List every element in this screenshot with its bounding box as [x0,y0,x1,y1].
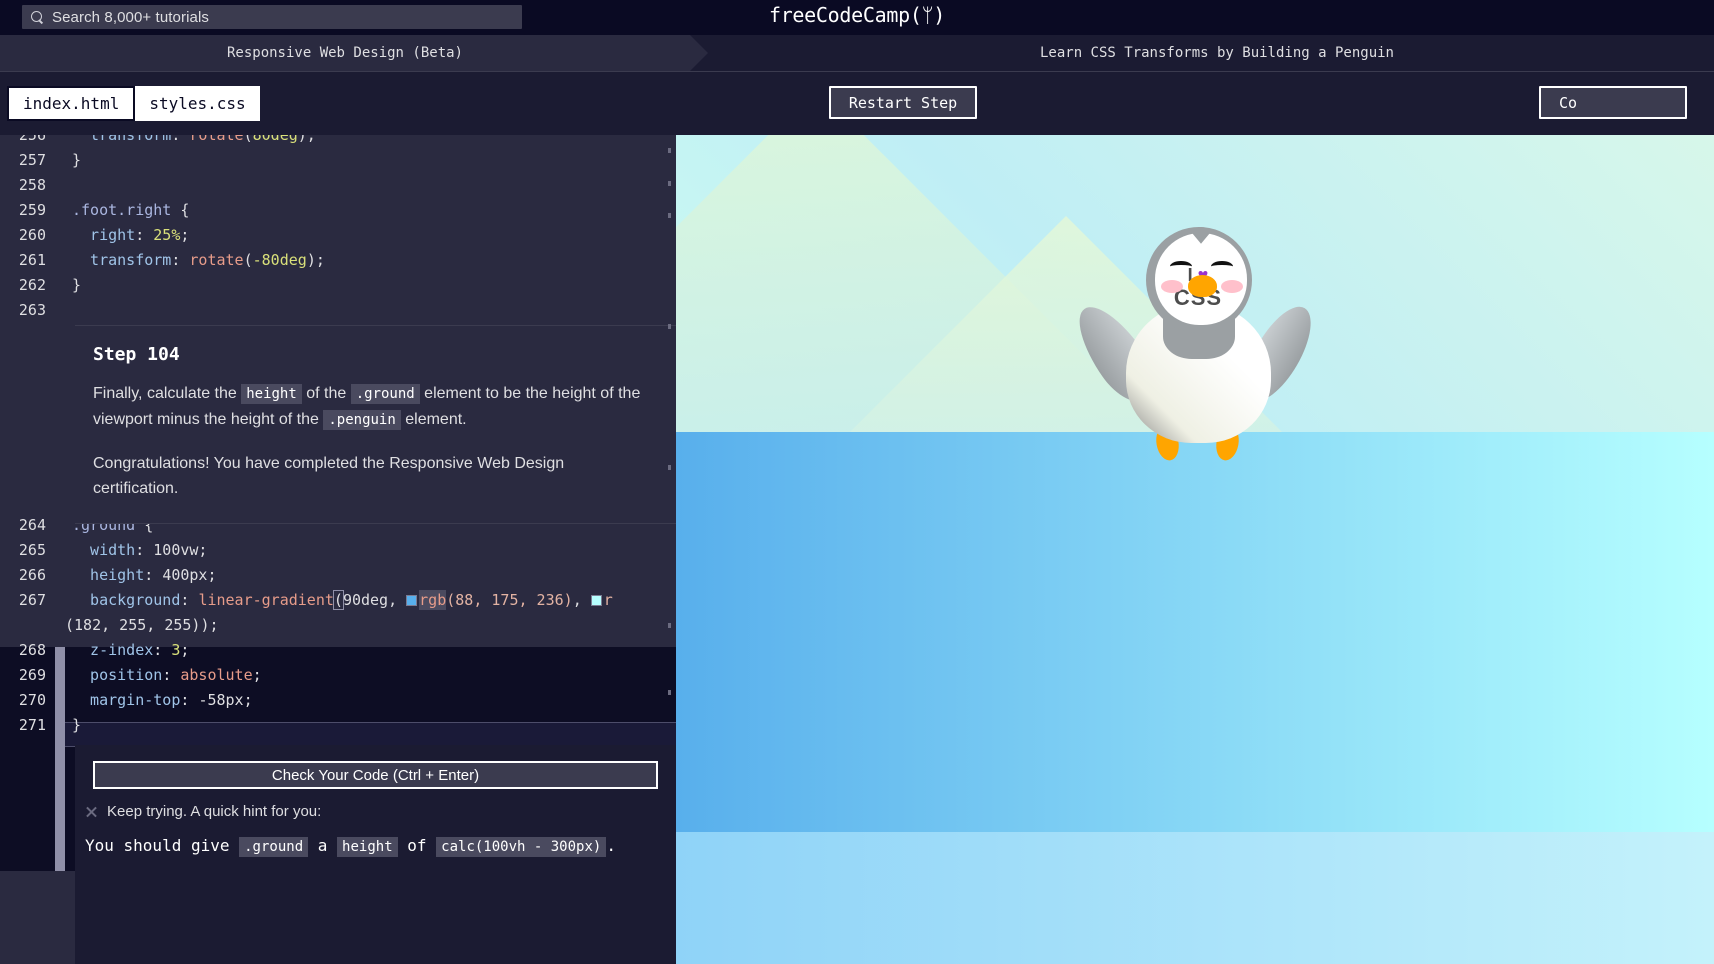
line-number: 265 [18,541,46,559]
code-line[interactable]: width: 100vw; [72,538,207,563]
instr-text: element. [400,411,467,428]
penguin-eye-left [1170,261,1192,272]
scroll-mark [668,623,671,628]
tab-index-html[interactable]: index.html [7,86,136,121]
line-number: 269 [18,666,46,684]
scroll-mark [668,465,671,470]
top-navigation-bar: Search 8,000+ tutorials freeCodeCamp(ᛘ) [0,0,1714,35]
instructions-panel: Step 104 Finally, calculate the height o… [75,325,676,524]
line-number: 266 [18,566,46,584]
hint-status-row: Keep trying. A quick hint for you: [85,803,676,820]
code-line[interactable]: } [72,713,81,738]
freecodecamp-logo[interactable]: freeCodeCamp(ᛘ) [0,3,1714,27]
inline-code-ground: .ground [239,837,309,857]
hint-message: You should give .ground a height of calc… [85,834,676,859]
hint-text: of [397,836,437,855]
breadcrumb-lesson-title: Learn CSS Transforms by Building a Pengu… [1039,45,1394,61]
restart-step-button[interactable]: Restart Step [829,86,977,119]
console-button[interactable]: Co [1539,86,1687,119]
line-number: 271 [18,716,46,734]
breadcrumb: Responsive Web Design (Beta) Learn CSS T… [0,35,1714,72]
line-number: 267 [18,591,46,609]
scroll-mark [668,181,671,186]
line-number: 257 [18,151,46,169]
code-line[interactable]: margin-top: -58px; [72,688,253,713]
test-output-panel: Check Your Code (Ctrl + Enter) Keep tryi… [75,745,676,964]
inline-code-penguin: .penguin [323,410,401,430]
line-number: 259 [18,201,46,219]
check-your-code-button[interactable]: Check Your Code (Ctrl + Enter) [93,761,658,789]
penguin-eye-right [1211,261,1233,272]
hint-text: You should give [85,836,240,855]
code-line[interactable]: height: 400px; [72,563,216,588]
code-line[interactable]: } [72,148,81,173]
step-title: Step 104 [93,344,180,365]
line-number: 262 [18,276,46,294]
instr-text: of the [301,385,351,402]
color-swatch-icon [406,595,418,606]
penguin-blush-right [1221,280,1243,293]
scroll-mark [668,324,671,329]
code-line[interactable]: transform: rotate(80deg); [72,135,316,148]
instruction-paragraph-1: Finally, calculate the height of the .gr… [93,381,652,433]
tab-styles-css[interactable]: styles.css [135,86,260,121]
editor-scrollbar[interactable] [668,135,674,964]
color-swatch-icon [590,595,602,606]
instruction-paragraph-2: Congratulations! You have completed the … [93,455,565,497]
scroll-mark [668,690,671,695]
penguin-beak [1188,275,1217,297]
code-line[interactable]: } [72,273,81,298]
file-tabs: index.html styles.css [7,86,260,121]
hint-text: . [606,836,616,855]
line-number: 256 [18,135,46,144]
code-line[interactable]: transform: rotate(-80deg); [72,248,325,273]
line-number: 261 [18,251,46,269]
inline-code-height: height [337,837,398,857]
line-number: 268 [18,641,46,659]
code-line-wrapped[interactable]: (182, 255, 255)); [65,613,219,638]
code-line[interactable]: z-index: 3; [72,638,189,663]
code-line-active[interactable]: background: linear-gradient(90deg, rgb(8… [72,588,613,613]
inline-code-height: height [241,384,302,404]
code-line[interactable]: .foot.right { [72,198,189,223]
penguin-blush-left [1161,280,1183,293]
hint-text: a [308,836,338,855]
hint-status-text: Keep trying. A quick hint for you: [107,803,322,820]
code-line[interactable]: position: absolute; [72,663,262,688]
line-number: 270 [18,691,46,709]
preview-pane: I ♥ CSS [676,135,1714,964]
penguin-element: I ♥ CSS [1064,227,1324,463]
ground-element [676,432,1714,832]
line-number: 260 [18,226,46,244]
inline-code-ground: .ground [350,384,420,404]
scroll-mark [668,148,671,153]
instr-text: Finally, calculate the [93,385,242,402]
code-line[interactable]: right: 25%; [72,223,189,248]
inline-code-calc: calc(100vh - 300px) [436,837,607,857]
x-icon [85,805,98,818]
ground-lower-band [676,832,1714,964]
line-number: 264 [18,516,46,534]
line-number: 263 [18,301,46,319]
line-number: 258 [18,176,46,194]
breadcrumb-certification[interactable]: Responsive Web Design (Beta) [0,35,708,71]
scroll-mark [668,213,671,218]
